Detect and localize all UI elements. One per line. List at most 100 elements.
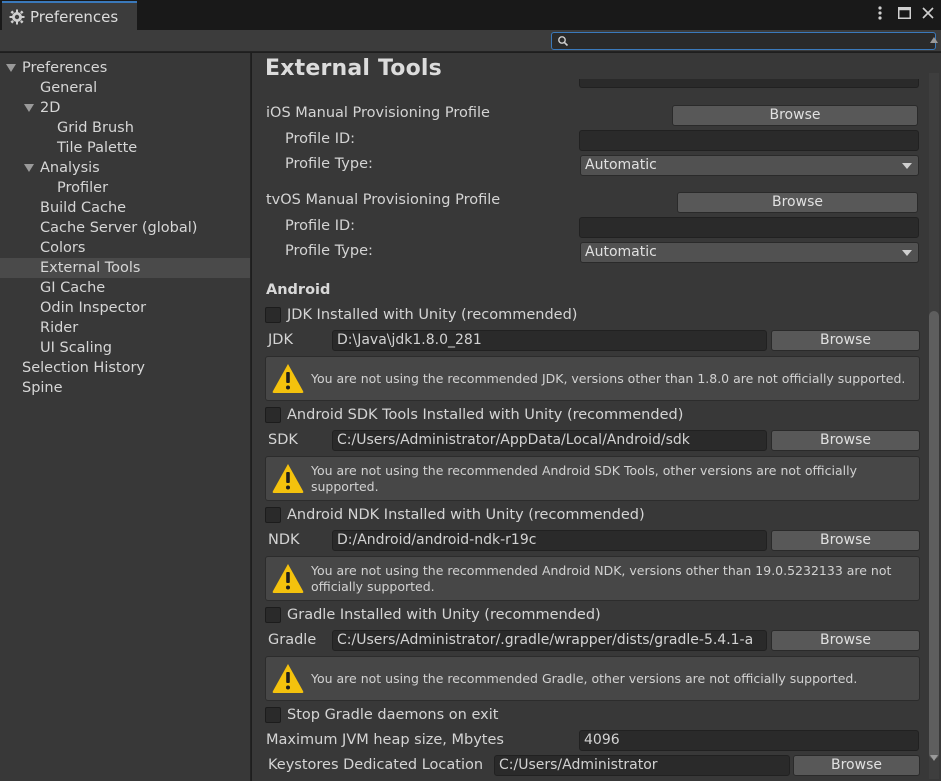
tvos-profile-id-input[interactable] [579, 217, 919, 238]
scrollbar-thumb[interactable] [929, 311, 939, 759]
sidebar-item-rider[interactable]: Rider [0, 318, 250, 338]
preferences-tab[interactable]: Preferences [2, 1, 137, 30]
ndk-warning-box: You are not using the recommended Androi… [265, 556, 920, 601]
ios-profile-id-label: Profile ID: [285, 131, 356, 147]
sidebar-item-grid-brush[interactable]: Grid Brush [0, 118, 250, 138]
page-title: External Tools [265, 56, 442, 81]
expand-arrow-icon[interactable] [6, 64, 16, 72]
stop-gradle-checkbox[interactable] [265, 707, 281, 723]
window-controls [873, 5, 935, 21]
vertical-scrollbar[interactable] [929, 73, 939, 779]
sidebar-item-label: General [40, 80, 98, 96]
sidebar-item-label: UI Scaling [40, 340, 113, 356]
ndk-path-input[interactable]: D:/Android/android-ndk-r19c [332, 530, 767, 551]
jvm-heap-label: Maximum JVM heap size, Mbytes [266, 732, 504, 748]
expand-arrow-icon[interactable] [24, 104, 34, 112]
sdk-warning-line-1: You are not using the recommended Androi… [311, 463, 857, 478]
stop-gradle-label: Stop Gradle daemons on exit [287, 707, 499, 723]
sidebar-item-general[interactable]: General [0, 78, 250, 98]
sdk-browse-button[interactable]: Browse [771, 430, 920, 451]
tvos-profile-label: tvOS Manual Provisioning Profile [266, 192, 501, 208]
gradle-path-input[interactable]: C:/Users/Administrator/.gradle/wrapper/d… [332, 630, 767, 651]
toolbar [0, 30, 941, 52]
sdk-warning-line-2: supported. [311, 478, 379, 494]
sdk-warning-text: You are not using the recommended Androi… [311, 463, 857, 494]
ndk-browse-button[interactable]: Browse [771, 530, 920, 551]
sidebar-item-selection-history[interactable]: Selection History [0, 358, 250, 378]
ndk-warning-text: You are not using the recommended Androi… [311, 563, 891, 594]
sidebar-item-preferences[interactable]: Preferences [0, 58, 250, 78]
jvm-heap-input[interactable]: 4096 [579, 730, 919, 751]
sidebar-item-label: Colors [40, 240, 86, 256]
ndk-installed-checkbox[interactable] [265, 507, 281, 523]
ios-profile-label: iOS Manual Provisioning Profile [266, 105, 490, 121]
sidebar-item-label: Odin Inspector [40, 300, 147, 316]
more-options-icon[interactable] [873, 5, 887, 21]
jdk-browse-button[interactable]: Browse [771, 330, 920, 351]
ndk-field-label: NDK [268, 532, 300, 548]
chevron-down-icon [902, 163, 912, 169]
jdk-installed-label: JDK Installed with Unity (recommended) [287, 307, 578, 323]
jdk-path-input[interactable]: D:\Java\jdk1.8.0_281 [332, 330, 767, 351]
keystores-label: Keystores Dedicated Location [268, 757, 484, 773]
gradle-warning-box: You are not using the recommended Gradle… [265, 656, 920, 701]
sidebar-item-label: Rider [40, 320, 79, 336]
clipped-field [579, 79, 919, 88]
sidebar-item-label: Profiler [57, 180, 109, 196]
jdk-installed-checkbox[interactable] [265, 307, 281, 323]
sidebar-item-gi-cache[interactable]: GI Cache [0, 278, 250, 298]
warning-icon [271, 362, 305, 394]
sidebar-item-profiler[interactable]: Profiler [0, 178, 250, 198]
sidebar-item-tile-palette[interactable]: Tile Palette [0, 138, 250, 158]
tvos-profile-id-label: Profile ID: [285, 218, 356, 234]
sidebar-item-label: 2D [40, 100, 61, 116]
gear-icon [9, 9, 25, 25]
scroll-up-arrow-icon[interactable] [930, 37, 938, 43]
warning-icon [271, 562, 305, 594]
sdk-field-label: SDK [268, 432, 298, 448]
keystores-path-input[interactable]: C:/Users/Administrator [494, 755, 790, 776]
jdk-field-label: JDK [268, 332, 293, 348]
scroll-down-arrow-icon[interactable] [930, 755, 938, 761]
search-input[interactable] [551, 32, 936, 50]
sidebar-item-cache-server-global[interactable]: Cache Server (global) [0, 218, 250, 238]
sidebar-item-label: Cache Server (global) [40, 220, 198, 236]
ndk-warning-line-2: officially supported. [311, 578, 435, 594]
ios-browse-button[interactable]: Browse [672, 105, 918, 126]
sidebar-item-spine[interactable]: Spine [0, 378, 250, 398]
gradle-installed-label: Gradle Installed with Unity (recommended… [287, 607, 601, 623]
jdk-warning-box: You are not using the recommended JDK, v… [265, 356, 920, 401]
close-icon[interactable] [921, 5, 935, 21]
maximize-icon[interactable] [897, 5, 911, 21]
gradle-installed-checkbox[interactable] [265, 607, 281, 623]
sidebar-item-label: Grid Brush [57, 120, 134, 136]
gradle-browse-button[interactable]: Browse [771, 630, 920, 651]
sidebar-item-colors[interactable]: Colors [0, 238, 250, 258]
sidebar-item-external-tools[interactable]: External Tools [0, 258, 250, 278]
sidebar-item-label: Build Cache [40, 200, 127, 216]
tvos-profile-type-value: Automatic [585, 244, 657, 260]
gradle-warning-text: You are not using the recommended Gradle… [311, 671, 858, 686]
tab-title: Preferences [30, 7, 119, 26]
tvos-profile-type-dropdown[interactable]: Automatic [580, 242, 919, 263]
ios-profile-type-label: Profile Type: [285, 156, 373, 172]
ndk-installed-label: Android NDK Installed with Unity (recomm… [287, 507, 645, 523]
sidebar-item-label: Selection History [22, 360, 146, 376]
sidebar-item-2d[interactable]: 2D [0, 98, 250, 118]
search-icon [557, 35, 569, 47]
warning-icon [271, 662, 305, 694]
sidebar-item-odin-inspector[interactable]: Odin Inspector [0, 298, 250, 318]
sidebar-item-label: Spine [22, 380, 63, 396]
tvos-browse-button[interactable]: Browse [677, 192, 918, 213]
ndk-warning-line-1: You are not using the recommended Androi… [311, 563, 892, 578]
ios-profile-id-input[interactable] [579, 130, 919, 151]
sidebar-item-analysis[interactable]: Analysis [0, 158, 250, 178]
sdk-path-input[interactable]: C:/Users/Administrator/AppData/Local/And… [332, 430, 767, 451]
ios-profile-type-dropdown[interactable]: Automatic [580, 155, 919, 176]
sdk-installed-label: Android SDK Tools Installed with Unity (… [287, 407, 684, 423]
expand-arrow-icon[interactable] [24, 164, 34, 172]
sidebar-item-build-cache[interactable]: Build Cache [0, 198, 250, 218]
sidebar-item-ui-scaling[interactable]: UI Scaling [0, 338, 250, 358]
keystores-browse-button[interactable]: Browse [793, 755, 920, 776]
sdk-installed-checkbox[interactable] [265, 407, 281, 423]
